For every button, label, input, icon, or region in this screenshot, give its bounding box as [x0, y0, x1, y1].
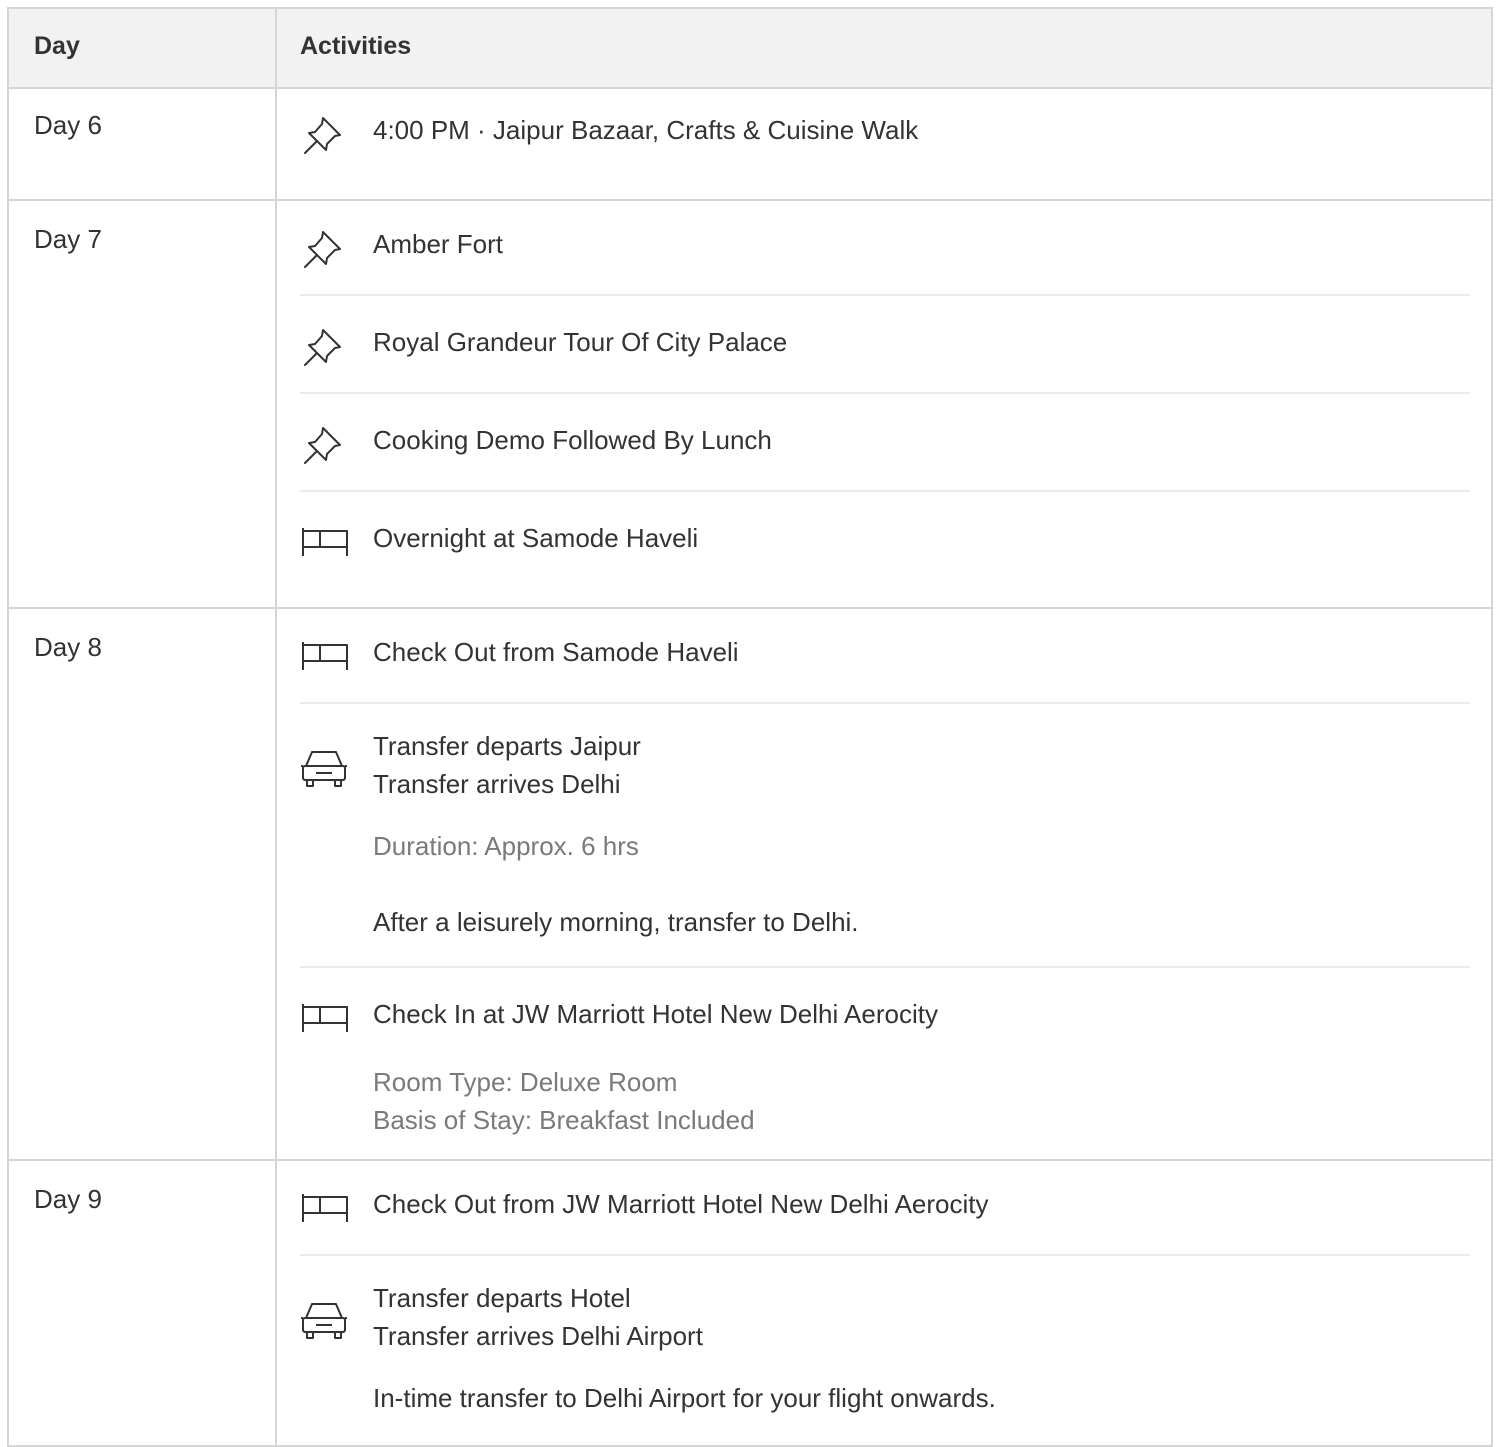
transfer-arrives: Transfer arrives Delhi Airport	[373, 1321, 703, 1351]
row-divider	[9, 199, 1491, 201]
pushpin-icon	[300, 112, 350, 156]
activity-title: Check In at JW Marriott Hotel New Delhi …	[373, 999, 938, 1029]
pushpin-icon	[300, 324, 350, 368]
bed-icon	[300, 1186, 350, 1230]
item-separator	[300, 702, 1470, 704]
row-divider	[9, 607, 1491, 609]
day-label: Day 7	[34, 224, 102, 254]
activity-title: Amber Fort	[373, 229, 504, 259]
activity-title: Royal Grandeur Tour Of City Palace	[373, 327, 788, 357]
bed-icon	[300, 996, 350, 1040]
item-separator	[300, 490, 1470, 492]
item-separator	[300, 392, 1470, 394]
day-label: Day 8	[34, 632, 102, 662]
activity-title: Check Out from JW Marriott Hotel New Del…	[373, 1189, 989, 1219]
car-icon	[300, 746, 350, 790]
bed-icon	[300, 520, 350, 564]
transfer-note: After a leisurely morning, transfer to D…	[373, 907, 859, 937]
item-separator	[300, 966, 1470, 968]
pushpin-icon	[300, 422, 350, 466]
row-divider	[9, 1159, 1491, 1161]
transfer-departs: Transfer departs Hotel	[373, 1283, 631, 1313]
column-divider	[275, 9, 277, 1445]
day-label: Day 9	[34, 1184, 102, 1214]
activity-title: Cooking Demo Followed By Lunch	[373, 425, 772, 455]
day-column-header: Day	[34, 32, 80, 60]
transfer-arrives: Transfer arrives Delhi	[373, 769, 621, 799]
activity-title: Check Out from Samode Haveli	[373, 637, 739, 667]
transfer-note: In-time transfer to Delhi Airport for yo…	[373, 1383, 996, 1413]
bed-icon	[300, 634, 350, 678]
activity-title: Overnight at Samode Haveli	[373, 523, 699, 553]
item-separator	[300, 1254, 1470, 1256]
pushpin-icon	[300, 226, 350, 270]
activities-column-header: Activities	[300, 32, 412, 60]
transfer-duration: Duration: Approx. 6 hrs	[373, 831, 639, 861]
table-header: Day Activities	[9, 9, 1491, 89]
itinerary-table: Day Activities Day 6 4:00 PM · Jaipur Ba…	[7, 7, 1493, 1447]
transfer-departs: Transfer departs Jaipur	[373, 731, 641, 761]
item-separator	[300, 294, 1470, 296]
activity-title: 4:00 PM · Jaipur Bazaar, Crafts & Cuisin…	[373, 115, 919, 145]
room-type: Room Type: Deluxe Room	[373, 1067, 678, 1097]
day-label: Day 6	[34, 110, 102, 140]
basis-of-stay: Basis of Stay: Breakfast Included	[373, 1105, 755, 1135]
car-icon	[300, 1298, 350, 1342]
